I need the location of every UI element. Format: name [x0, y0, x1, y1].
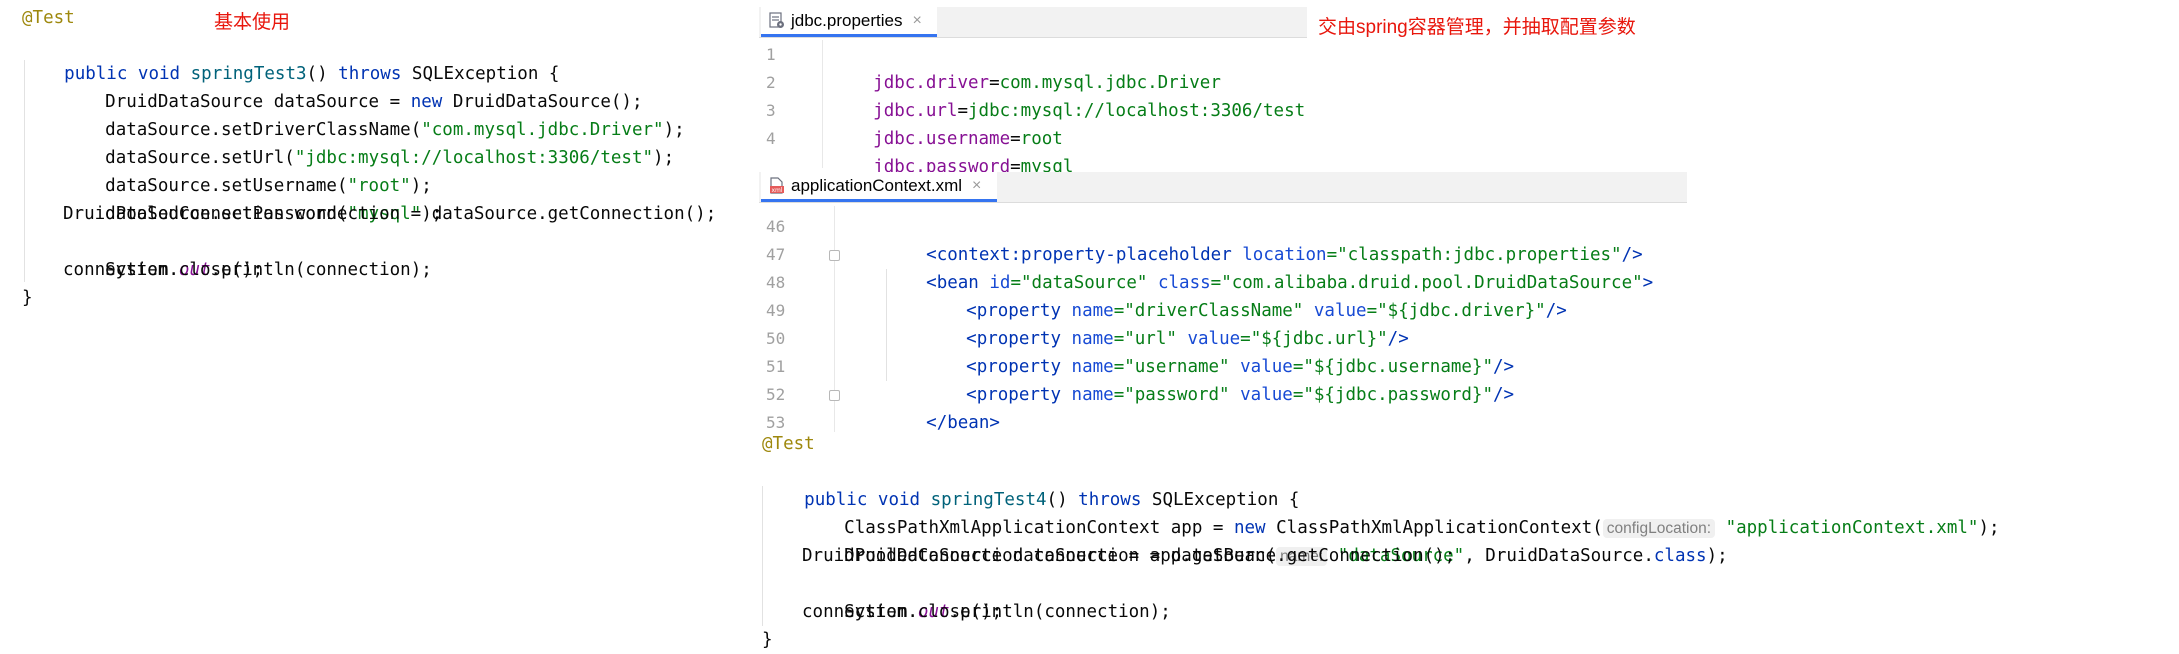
code-line[interactable]: DruidPooledConnection connection = dataS… — [802, 542, 1455, 570]
code-line[interactable]: DruidDataSource dataSource = new DruidDa… — [63, 60, 642, 112]
tab-label: applicationContext.xml — [791, 175, 963, 195]
fold-marker-icon[interactable] — [829, 250, 840, 261]
tag-name: bean — [947, 413, 990, 433]
xml-line[interactable]: <property name="username" value="${jdbc.… — [924, 325, 1514, 377]
code-line[interactable]: DruidDataSource dataSource = app.getBean… — [802, 514, 1728, 566]
attr-name: value — [1229, 385, 1293, 405]
xml-file-icon: xml — [769, 177, 785, 194]
attr-value: "${jdbc.password}" — [1303, 385, 1494, 405]
code-line[interactable]: System.out.println(connection); — [63, 228, 432, 280]
indent-guide — [762, 486, 763, 626]
xml-line[interactable]: </bean> — [884, 381, 1000, 433]
svg-text:xml: xml — [771, 187, 782, 194]
properties-file-icon — [769, 12, 785, 29]
spring-config-note: 交由spring容器管理，并抽取配置参数 — [1318, 17, 1636, 38]
xml-line[interactable]: <context:property-placeholder location="… — [884, 213, 1643, 265]
line-number: 3 — [766, 101, 776, 120]
line-number: 2 — [766, 73, 776, 92]
line-number: 48 — [766, 273, 786, 292]
property-line[interactable]: jdbc.url=jdbc:mysql://localhost:3306/tes… — [831, 69, 1305, 121]
attr-equals: = — [1113, 385, 1125, 405]
tab-application-context-xml[interactable]: xml applicationContext.xml × — [761, 172, 997, 202]
code-line[interactable]: dataSource.setUrl("jdbc:mysql://localhos… — [63, 116, 674, 168]
code-line[interactable]: dataSource.setUsername("root"); — [63, 144, 432, 196]
attr-equals: = — [1292, 385, 1304, 405]
code-text: ); — [1706, 546, 1728, 566]
string-literal: "applicationContext.xml" — [1725, 518, 1979, 538]
code-text: ); — [653, 148, 675, 168]
attr-name: name — [1061, 385, 1114, 405]
property-line[interactable]: jdbc.password=mysql — [831, 125, 1073, 177]
closing-brace[interactable]: } — [22, 284, 33, 312]
tab-jdbc-properties[interactable]: jdbc.properties × — [761, 7, 937, 37]
keyword: class — [1653, 546, 1707, 566]
property-line[interactable]: jdbc.driver=com.mysql.jdbc.Driver — [831, 41, 1221, 93]
tab-label: jdbc.properties — [791, 10, 903, 30]
tag-bracket: > — [1642, 273, 1654, 293]
indent-guide — [886, 269, 887, 381]
close-icon[interactable]: × — [913, 12, 922, 30]
line-number: 49 — [766, 301, 786, 320]
method-signature[interactable]: public void springTest3() throws SQLExce… — [22, 32, 559, 84]
tag-bracket: /> — [1493, 385, 1515, 405]
code-line[interactable]: ClassPathXmlApplicationContext app = new… — [802, 486, 2000, 538]
xml-line[interactable]: <property name="url" value="${jdbc.url}"… — [924, 297, 1409, 349]
test-annotation: @Test — [762, 434, 815, 454]
attr-value: "password" — [1124, 385, 1230, 405]
code-line[interactable]: dataSource.setPassword("mysql"); — [63, 172, 442, 224]
line-number: 4 — [766, 129, 776, 148]
xml-line[interactable]: <property name="driverClassName" value="… — [924, 269, 1567, 321]
code-line[interactable]: dataSource.setDriverClassName("com.mysql… — [63, 88, 684, 140]
line-number: 52 — [766, 385, 786, 404]
close-icon[interactable]: × — [972, 177, 981, 195]
tag-bracket: </ — [926, 413, 948, 433]
code-line[interactable]: System.out.println(connection); — [802, 570, 1171, 622]
code-line[interactable]: connection.close(); — [802, 598, 1002, 626]
basic-usage-note: 基本使用 — [214, 12, 291, 33]
line-number: 51 — [766, 357, 786, 376]
xml-line[interactable]: <property name="password" value="${jdbc.… — [924, 353, 1514, 405]
fold-marker-icon[interactable] — [829, 390, 840, 401]
tag-bracket: > — [989, 413, 1000, 433]
method-signature[interactable]: public void springTest4() throws SQLExce… — [762, 458, 1299, 510]
code-line[interactable]: connection.close(); — [63, 256, 263, 284]
line-number: 47 — [766, 245, 786, 264]
line-number: 50 — [766, 329, 786, 348]
tag-bracket: /> — [1545, 301, 1567, 321]
indent-guide — [24, 60, 25, 282]
line-number: 46 — [766, 217, 786, 236]
property-line[interactable]: jdbc.username=root — [831, 97, 1063, 149]
closing-brace[interactable]: } — [762, 626, 773, 654]
test-annotation: @Test — [22, 8, 75, 28]
xml-line[interactable]: <bean id="dataSource" class="com.alibaba… — [884, 241, 1653, 293]
code-text: , DruidDataSource. — [1464, 546, 1654, 566]
line-number: 1 — [766, 45, 776, 64]
code-text: ); — [1978, 518, 2000, 538]
code-line[interactable]: DruidPooledConnection connection = dataS… — [63, 200, 716, 228]
